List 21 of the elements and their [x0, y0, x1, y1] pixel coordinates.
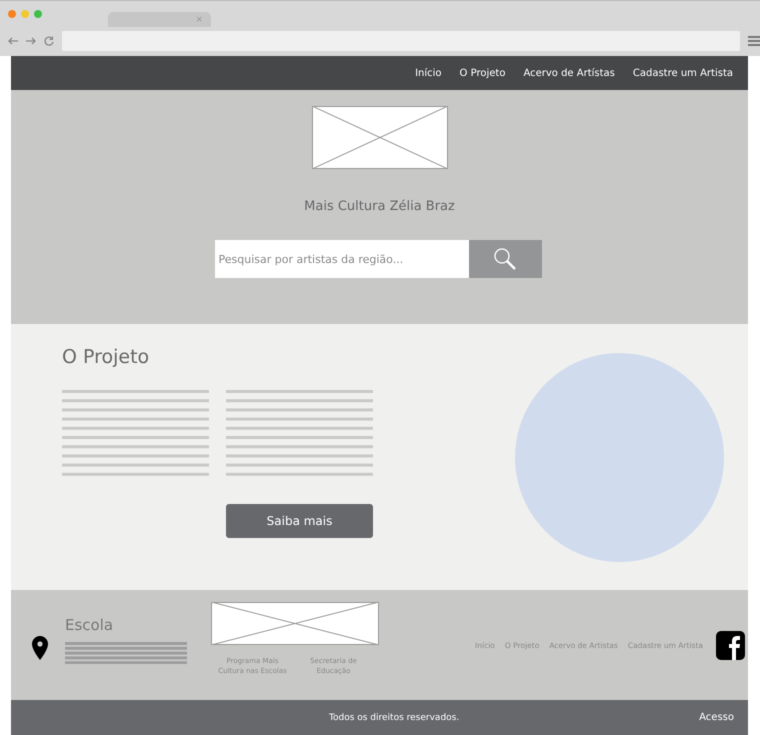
facebook-icon[interactable]: [716, 630, 745, 660]
saiba-mais-button[interactable]: Saiba mais: [226, 504, 373, 538]
access-link[interactable]: Acesso: [699, 712, 734, 723]
search-button[interactable]: [468, 240, 542, 278]
school-label: Escola: [65, 616, 114, 634]
window-close-button[interactable]: [8, 10, 16, 18]
section-heading: O Projeto: [62, 346, 150, 368]
reload-icon[interactable]: [44, 36, 54, 46]
nav-link[interactable]: Cadastre um Artista: [624, 68, 742, 78]
nav-link[interactable]: Acervo de Artístas: [514, 68, 624, 78]
copyright-text: Todos os direitos reservados.: [329, 712, 460, 722]
search-field[interactable]: Pesquisar por artistas da região...: [214, 240, 468, 278]
back-icon[interactable]: [8, 37, 18, 45]
search-icon: [493, 247, 517, 271]
nav-link[interactable]: O Projeto: [450, 68, 514, 78]
site-title: Mais Cultura Zélia Braz: [304, 199, 455, 214]
forward-icon[interactable]: [26, 37, 36, 45]
location-pin-icon: [32, 636, 48, 660]
window-maximize-button[interactable]: [34, 10, 42, 18]
menu-icon[interactable]: [748, 36, 760, 46]
nav-link[interactable]: Início: [406, 68, 451, 78]
